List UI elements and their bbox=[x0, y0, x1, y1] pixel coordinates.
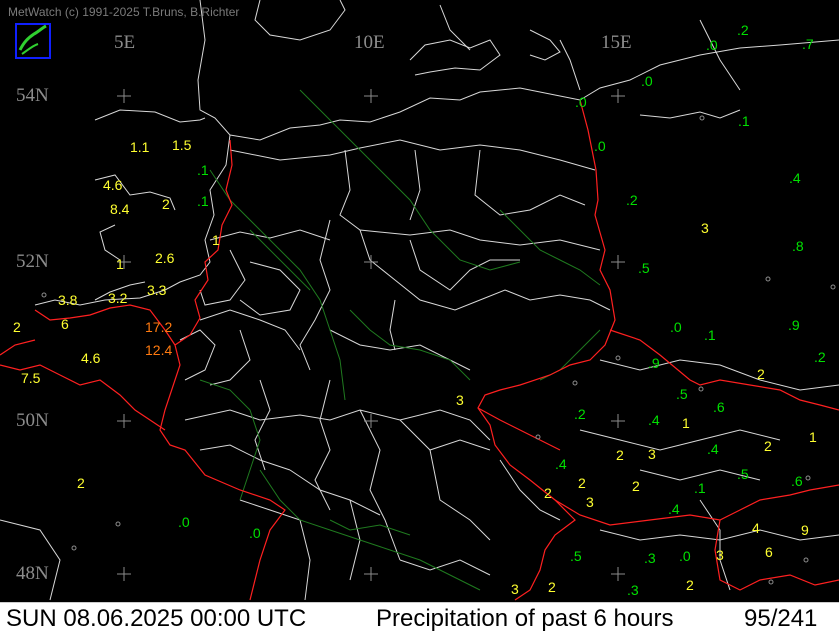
copyright-text: MetWatch (c) 1991-2025 T.Bruns, B.Richte… bbox=[8, 5, 240, 19]
observation-value: .0 bbox=[594, 138, 606, 154]
observation-value: .8 bbox=[792, 238, 804, 254]
observation-value: 2 bbox=[686, 577, 694, 593]
observation-value: .0 bbox=[641, 73, 653, 89]
observation-value: 9 bbox=[801, 522, 809, 538]
observation-value: .9 bbox=[788, 317, 800, 333]
observation-value: 4 bbox=[752, 520, 760, 536]
observation-value: 2 bbox=[544, 485, 552, 501]
observation-value: 3 bbox=[648, 446, 656, 462]
observation-value: 4.6 bbox=[103, 177, 123, 193]
observation-value: .0 bbox=[178, 514, 190, 530]
observation-value: .0 bbox=[679, 548, 691, 564]
observation-value: .5 bbox=[638, 260, 650, 276]
observation-value: .1 bbox=[197, 193, 209, 209]
observation-value: .0 bbox=[575, 94, 587, 110]
metwatch-logo bbox=[12, 20, 54, 62]
status-product: Precipitation of past 6 hours bbox=[376, 605, 674, 632]
observation-value: .2 bbox=[574, 406, 586, 422]
observation-value: 3 bbox=[701, 220, 709, 236]
observation-value: 2 bbox=[578, 475, 586, 491]
observation-value: .2 bbox=[737, 22, 749, 38]
latitude-label-50n: 50N bbox=[16, 410, 49, 431]
observation-value: 6 bbox=[61, 316, 69, 332]
observation-value: 1.1 bbox=[130, 139, 150, 155]
observation-value: .6 bbox=[791, 473, 803, 489]
status-count: 95/241 bbox=[744, 605, 818, 632]
observation-value: .4 bbox=[668, 501, 680, 517]
observation-value: .4 bbox=[648, 412, 660, 428]
observation-value: 12.4 bbox=[145, 342, 173, 358]
observation-value: .1 bbox=[694, 480, 706, 496]
observation-value: 3.2 bbox=[108, 290, 128, 306]
longitude-label-15e: 15E bbox=[601, 32, 632, 53]
longitude-label-5e: 5E bbox=[114, 32, 136, 53]
observation-value: 1.5 bbox=[172, 137, 192, 153]
observation-value: 8.4 bbox=[110, 201, 130, 217]
observation-value: 3.3 bbox=[147, 282, 167, 298]
observation-value: 1 bbox=[809, 429, 817, 445]
observation-value: 1 bbox=[116, 256, 124, 272]
observation-value: .5 bbox=[570, 548, 582, 564]
observation-value: 3 bbox=[456, 392, 464, 408]
observation-value: 2 bbox=[548, 579, 556, 595]
observation-value: 4.6 bbox=[81, 350, 101, 366]
observation-value: .4 bbox=[789, 170, 801, 186]
observation-value: .1 bbox=[738, 113, 750, 129]
observation-value: 2 bbox=[162, 196, 170, 212]
observation-value: .6 bbox=[713, 399, 725, 415]
observation-value: 1 bbox=[682, 415, 690, 431]
observation-value: .5 bbox=[737, 466, 749, 482]
observation-value: .4 bbox=[707, 441, 719, 457]
latitude-label-48n: 48N bbox=[16, 563, 49, 584]
observation-value: .2 bbox=[814, 349, 826, 365]
observation-value: .1 bbox=[704, 327, 716, 343]
latitude-label-54n: 54N bbox=[16, 85, 49, 106]
observation-value: .2 bbox=[626, 192, 638, 208]
observation-value: 3 bbox=[511, 581, 519, 597]
observation-value: 7.5 bbox=[21, 370, 41, 386]
status-bar: SUN 08.06.2025 00:00 UTC Precipitation o… bbox=[0, 602, 839, 634]
observation-value: 2 bbox=[757, 366, 765, 382]
observation-value: 6 bbox=[765, 544, 773, 560]
observation-value: .3 bbox=[627, 582, 639, 598]
observation-value: 1 bbox=[212, 232, 220, 248]
grid-crosses bbox=[117, 89, 625, 581]
observation-value: 2 bbox=[616, 447, 624, 463]
observation-value: .0 bbox=[706, 37, 718, 53]
observation-value: .0 bbox=[249, 525, 261, 541]
rivers bbox=[199, 89, 601, 591]
observation-value: .9 bbox=[648, 355, 660, 371]
observation-value: 2 bbox=[77, 475, 85, 491]
observation-value: 3.8 bbox=[58, 292, 78, 308]
observation-value: .4 bbox=[555, 456, 567, 472]
observation-value: 3 bbox=[716, 547, 724, 563]
observation-value: .0 bbox=[670, 319, 682, 335]
latitude-label-52n: 52N bbox=[16, 251, 49, 272]
status-datetime: SUN 08.06.2025 00:00 UTC bbox=[6, 605, 307, 632]
longitude-label-10e: 10E bbox=[354, 32, 385, 53]
observation-value: .1 bbox=[197, 162, 209, 178]
map-stage: MetWatch (c) 1991-2025 T.Bruns, B.Richte… bbox=[0, 0, 839, 634]
observation-value: .5 bbox=[676, 386, 688, 402]
observation-value: 2.6 bbox=[155, 250, 175, 266]
observation-value: .7 bbox=[802, 36, 814, 52]
observation-value: 3 bbox=[586, 494, 594, 510]
observation-value: 2 bbox=[13, 319, 21, 335]
observation-value: 2 bbox=[632, 478, 640, 494]
observation-value: 2 bbox=[764, 438, 772, 454]
observation-value: .3 bbox=[644, 550, 656, 566]
observation-value: 17.2 bbox=[145, 319, 173, 335]
